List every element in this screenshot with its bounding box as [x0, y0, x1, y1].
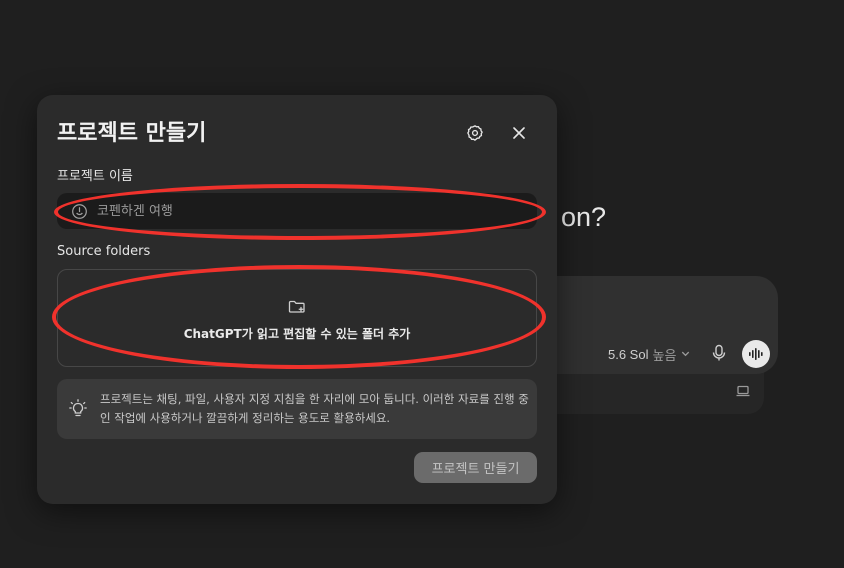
- voice-mode-icon[interactable]: [742, 340, 770, 368]
- info-text: 프로젝트는 채팅, 파일, 사용자 지정 지침을 한 자리에 모아 둡니다. 이…: [100, 392, 529, 425]
- laptop-icon[interactable]: [736, 382, 750, 401]
- source-folders-label: Source folders: [57, 244, 151, 259]
- project-name-input[interactable]: [89, 192, 537, 230]
- project-name-field[interactable]: [57, 192, 537, 230]
- model-label: 5.6 Sol: [608, 347, 649, 362]
- create-project-button[interactable]: 프로젝트 만들기: [414, 452, 537, 483]
- project-name-label: 프로젝트 이름: [57, 169, 133, 184]
- emoji-icon[interactable]: [69, 201, 89, 221]
- add-folder-button[interactable]: ChatGPT가 읽고 편집할 수 있는 폴더 추가: [57, 269, 537, 367]
- microphone-icon[interactable]: [711, 344, 727, 366]
- gear-icon[interactable]: [461, 119, 489, 147]
- composer: 5.6 Sol 높음: [540, 276, 778, 374]
- chevron-down-icon: [680, 347, 691, 362]
- add-folder-label: ChatGPT가 읽고 편집할 수 있는 폴더 추가: [183, 326, 411, 341]
- info-notice: 프로젝트는 채팅, 파일, 사용자 지정 지침을 한 자리에 모아 둡니다. 이…: [57, 379, 537, 439]
- model-sub-label: 높음: [652, 348, 677, 363]
- close-icon[interactable]: [505, 119, 533, 147]
- dialog-title: 프로젝트 만들기: [57, 121, 207, 146]
- model-selector[interactable]: 5.6 Sol 높음: [608, 345, 691, 364]
- lightbulb-icon: [69, 399, 87, 423]
- folder-plus-icon: [288, 299, 306, 319]
- create-project-dialog: 프로젝트 만들기 프로젝트 이름 Source folders: [37, 95, 557, 504]
- app-window: k on? 5.6 Sol 높음 프로젝트 만들기 프로젝트 이름 코펜하겐 여…: [0, 0, 844, 568]
